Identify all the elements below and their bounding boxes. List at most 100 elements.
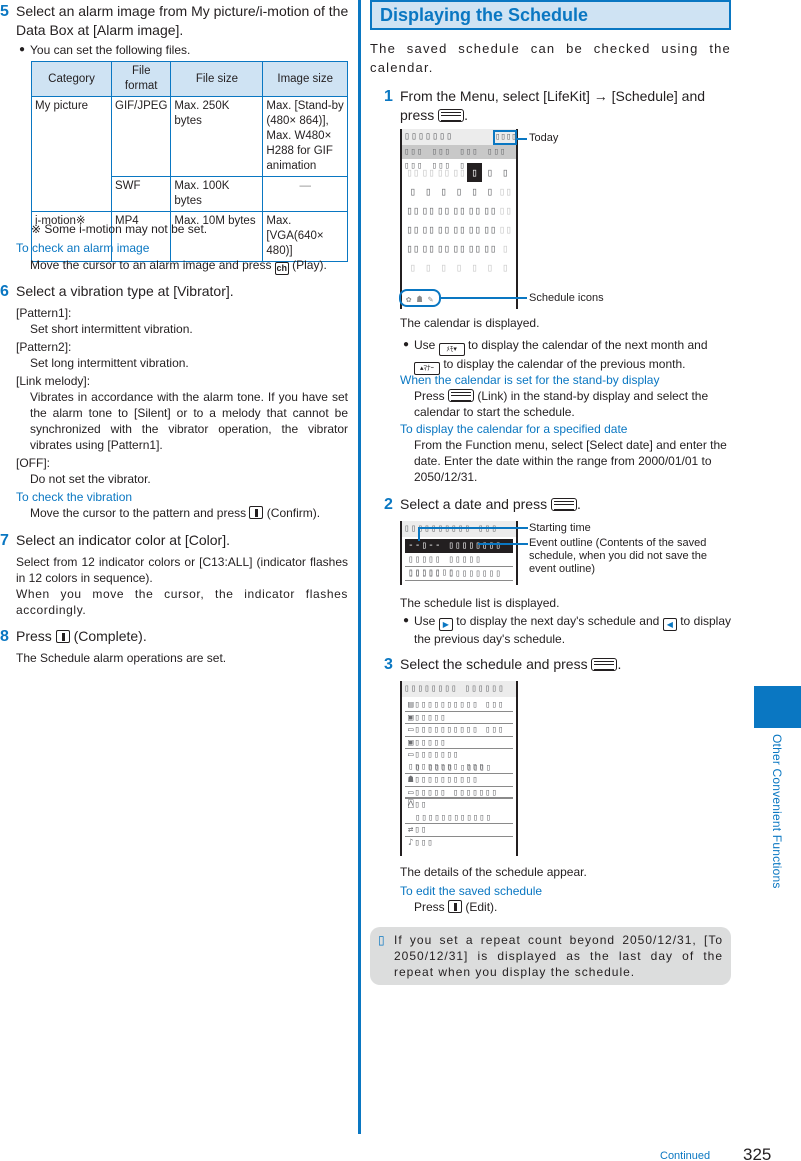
i-mode-key-icon <box>249 506 264 519</box>
sub-text: Press (Link) in the stand-by display and… <box>400 388 731 420</box>
text: Press <box>16 628 56 644</box>
sub-text: From the Function menu, select [Select d… <box>414 438 727 484</box>
table-header: Image size <box>262 61 348 97</box>
text: (Edit). <box>462 900 498 914</box>
callout-schedule-icons: Schedule icons <box>529 292 604 304</box>
i-mode-key-icon <box>55 630 70 643</box>
calendar-week: ▯▯ ▯▯ ▯▯ ▯▯ ▯▯ ▯▯ ▯ <box>406 242 509 255</box>
table-header: Category <box>31 61 112 97</box>
menu-key-icon <box>551 498 577 511</box>
calendar-week: ▯ ▯ ▯ ▯ ▯ ▯ ▯▯ <box>409 185 512 198</box>
text: . <box>577 496 581 512</box>
table-header-row: Category File format File size Image siz… <box>31 61 348 97</box>
detail-text: ▯▯ <box>414 800 428 810</box>
today-cell[interactable]: ▯ <box>466 163 483 182</box>
note-box: ▯ If you set a repeat count beyond 2050/… <box>370 927 731 985</box>
detail-text: ▯▯▯▯▯ <box>414 712 447 723</box>
detail-row: ▣▯▯▯▯▯ <box>405 737 513 749</box>
weekday-row: ▯▯▯ ▯▯▯ ▯▯▯ ▯▯▯ ▯▯▯ ▯▯▯ ▯▯▯ <box>402 145 516 171</box>
callout-line <box>418 527 420 541</box>
text: Select a date and press <box>400 496 551 512</box>
text: to display the calendar of the previous … <box>440 357 686 371</box>
schedule-list-item[interactable]: ▯▯▯▯▯ ▯▯▯▯▯ ▯▯▯▯▯▯▯ <box>405 553 513 578</box>
schedule-detail-screen: ▯▯▯▯▯▯▯▯ ▯▯▯▯▯▯ ▤▯▯▯▯▯▯▯▯▯▯ ▯▯▯ ▣▯▯▯▯▯ ▭… <box>400 681 518 856</box>
detail-row: ▯▯▯▯▯▯▯▯▯▯▯▯ <box>405 812 513 824</box>
table-cell: Max. [Stand-by (480× 864)], Max. W480× H… <box>262 96 348 177</box>
text: . <box>617 656 622 672</box>
text: Select the schedule and press <box>400 656 592 672</box>
footnote: ※ Some i-motion may not be set. <box>31 222 208 236</box>
text: (Complete). <box>69 628 147 644</box>
option-term: [Pattern2]: <box>16 340 72 354</box>
option-term: [Link melody]: <box>16 374 91 388</box>
table-header: File size <box>170 61 264 97</box>
table-row: My picture GIF/JPEG Max. 250K bytes Max.… <box>31 96 348 212</box>
caption: The calendar is displayed. <box>400 316 540 330</box>
step-text: Select an alarm image from My picture/i-… <box>16 3 349 38</box>
callout-starting-time: Starting time <box>529 522 591 534</box>
right-arrow-key-icon: ▶ <box>438 618 453 631</box>
continued-label: Continued <box>660 1150 711 1161</box>
text: Use <box>414 614 439 628</box>
text: to display the calendar of the next mont… <box>464 338 708 352</box>
step-text: From the Menu, select [LifeKit] → [Sched… <box>400 87 731 125</box>
i-mode-key-icon <box>448 900 463 913</box>
callout-line <box>478 543 528 545</box>
table-cell: My picture <box>31 96 112 212</box>
step-6: 6 Select a vibration type at [Vibrator]. <box>0 282 350 301</box>
option-desc: Set short intermittent vibration. <box>30 322 193 336</box>
text: (Confirm). <box>263 506 321 520</box>
step-number: 6 <box>0 283 9 300</box>
detail-row: ▯ ▯▯▯▯ ▯▯▯▯▯ <box>405 762 513 774</box>
callout-line <box>517 138 527 140</box>
detail-text: ▯▯▯▯▯▯▯▯▯▯ ▯▯▯ <box>414 725 505 735</box>
bullet-item: ● You can set the following files. <box>14 42 350 58</box>
step-number: 8 <box>0 628 9 645</box>
step-number: 3 <box>384 656 393 673</box>
schedule-list-item[interactable]: ▯▯▯▯▯ ▯▯▯▯▯▯▯▯ <box>405 567 513 581</box>
subheading: To edit the saved schedule <box>400 884 543 898</box>
callout-line <box>418 527 528 529</box>
detail-row: ▤▯▯▯▯▯▯▯▯▯▯ ▯▯▯ <box>405 699 513 712</box>
detail-text: ▯▯▯▯▯ <box>414 737 447 748</box>
step-3: 3 Select the schedule and press . <box>384 655 731 674</box>
intro-text: The saved schedule can be checked using … <box>370 41 731 75</box>
subheading: To check an alarm image <box>16 241 150 255</box>
bullet-text: You can set the following files. <box>30 43 191 57</box>
menu-key-icon <box>448 389 475 402</box>
detail-text: ▯▯▯▯▯ ▯▯▯▯▯▯▯ <box>414 787 498 798</box>
table-cell: — <box>262 176 348 212</box>
menu-key-icon <box>591 658 618 671</box>
detail-row: ⇄▯▯ <box>405 824 513 837</box>
step-7: 7 Select an indicator color at [Color]. <box>0 531 350 550</box>
table-cell: GIF/JPEG <box>110 96 172 177</box>
detail-row: ♪▯▯▯ <box>405 837 513 850</box>
chapter-tab[interactable] <box>754 686 801 728</box>
note-icon: ▯ <box>378 933 385 947</box>
table-cell: Max. [VGA(640× 480)] <box>262 211 348 262</box>
table-cell: SWF <box>110 176 172 212</box>
step-2: 2 Select a date and press . <box>384 495 731 514</box>
paragraph: When you move the cursor, the indicator … <box>16 587 348 617</box>
text: Move the cursor to an alarm image and pr… <box>30 258 275 272</box>
bullet-item: ● Use ﾒﾓ▾ to display the calendar of the… <box>398 337 731 375</box>
schedule-icons-highlight <box>399 289 441 307</box>
detail-row: ▭▯▯▯▯▯▯▯▯▯▯ ▯▯▯ <box>405 724 513 737</box>
step-text: Select a date and press . <box>400 495 731 514</box>
table-cell: Max. 250K bytes <box>170 96 264 177</box>
step-number: 7 <box>0 532 9 549</box>
subheading: When the calendar is set for the stand-b… <box>400 373 660 387</box>
step-text: Select an indicator color at [Color]. <box>16 532 230 548</box>
detail-text: ▯▯ <box>414 825 428 835</box>
detail-row: ▭▯▯▯▯▯▯▯ ▯▯▯▯▯▯▯▯ ▯▯▯ <box>405 749 513 772</box>
calendar-week: ▯ ▯ ▯ ▯ ▯ ▯ ▯ <box>409 261 509 274</box>
text: . <box>464 107 469 123</box>
sub-text: Move the cursor to the pattern and press… <box>16 505 348 521</box>
page-number: 325 <box>743 1145 772 1161</box>
caption: The schedule list is displayed. <box>400 596 560 610</box>
schedule-list-item[interactable]: --▯-- ▯▯▯▯▯▯▯▯ <box>405 539 513 553</box>
today-indicator: ▯▯▯▯ <box>493 130 517 145</box>
subheading: To check the vibration <box>16 490 133 504</box>
text: Press <box>414 900 449 914</box>
calendar-screen: ▯▯▯▯▯▯▯ ▯▯▯ ▯▯▯ ▯▯▯ ▯▯▯ ▯▯▯ ▯▯▯ ▯▯▯ ▯▯ ▯▯… <box>400 129 518 309</box>
